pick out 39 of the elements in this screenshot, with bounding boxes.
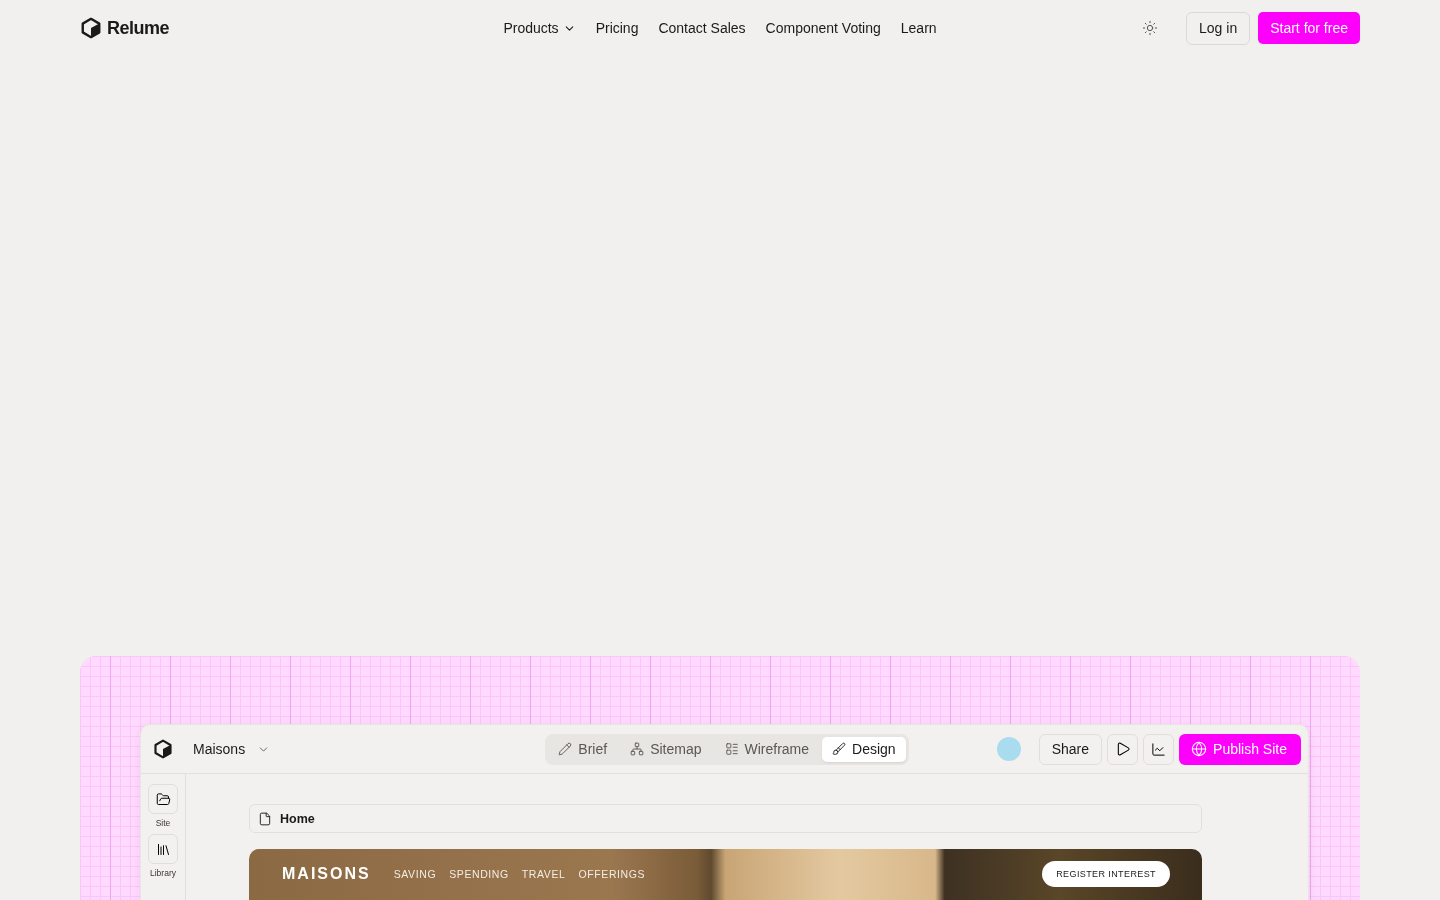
tab[interactable]: Design <box>822 736 906 762</box>
pencil-icon <box>558 742 573 756</box>
sidebar-label: Site <box>155 818 171 828</box>
cube-logo-icon <box>80 17 102 39</box>
line-chart-icon <box>1151 741 1167 757</box>
sidebar-label: Library <box>150 868 176 878</box>
globe-icon <box>1191 741 1208 757</box>
tab[interactable]: Brief <box>548 736 618 762</box>
cube-logo-icon <box>153 739 173 759</box>
folder-icon <box>155 791 171 807</box>
layout-list-icon <box>724 742 739 756</box>
sidebar-button[interactable] <box>148 784 178 814</box>
tab[interactable]: Wireframe <box>714 736 820 762</box>
analytics-button[interactable] <box>1143 733 1175 765</box>
site-nav-link[interactable]: SAVING <box>393 868 437 880</box>
share-button[interactable]: Share <box>1038 733 1103 765</box>
nav-link[interactable]: Products <box>503 20 576 36</box>
site-nav-link[interactable]: SPENDING <box>449 868 509 880</box>
tab[interactable]: Sitemap <box>620 736 712 762</box>
nav-link[interactable]: Component Voting <box>765 20 881 36</box>
brush-icon <box>832 742 847 756</box>
site-nav-link[interactable]: TRAVEL <box>521 868 566 880</box>
brand-logo-link[interactable]: Relume <box>80 17 170 39</box>
network-icon <box>630 742 645 756</box>
library-icon <box>155 841 171 857</box>
page-selector[interactable]: Home <box>249 804 1202 833</box>
sun-icon[interactable] <box>1142 20 1159 36</box>
page-icon <box>258 811 272 826</box>
site-nav-link[interactable]: OFFERINGS <box>578 868 646 880</box>
register-interest-button[interactable]: REGISTER INTEREST <box>1042 861 1170 887</box>
project-select[interactable]: Maisons <box>193 737 271 761</box>
login-button[interactable]: Log in <box>1186 11 1251 45</box>
nav-link[interactable]: Learn <box>900 20 937 36</box>
site-brand: MAISONS <box>282 865 371 883</box>
nav-link[interactable]: Pricing <box>595 20 639 36</box>
avatar-icon <box>996 737 1021 761</box>
preview-button[interactable] <box>1107 733 1139 765</box>
sidebar-button[interactable] <box>148 834 178 864</box>
nav-link[interactable]: Contact Sales <box>658 20 746 36</box>
